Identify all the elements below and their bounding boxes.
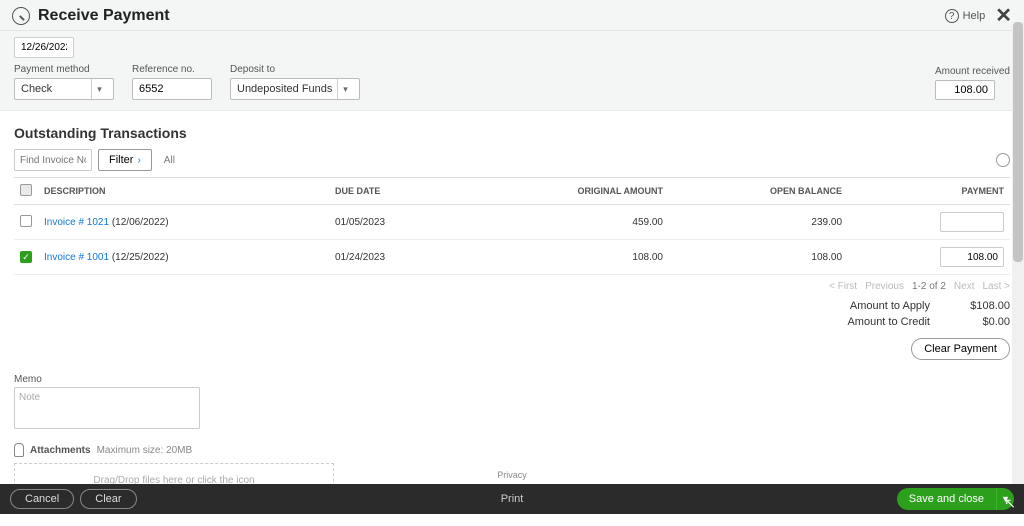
payment-input[interactable] [940,212,1004,232]
cursor-icon: ↖ [1004,495,1016,512]
history-icon[interactable] [12,7,30,25]
invoice-date: (12/25/2022) [109,252,169,263]
page-title: Receive Payment [38,7,170,25]
paperclip-icon[interactable] [14,443,24,457]
print-button[interactable]: Print [501,493,524,505]
privacy-link[interactable]: Privacy [0,470,1024,480]
deposit-value: Undeposited Funds [237,83,332,95]
cancel-button[interactable]: Cancel [10,489,74,509]
memo-textarea[interactable]: Note [14,387,200,429]
pager-prev[interactable]: Previous [865,281,904,292]
scrollbar[interactable] [1012,22,1024,484]
help-icon: ? [945,9,959,23]
invoice-date: (12/06/2022) [109,217,169,228]
row-checkbox[interactable]: ✓ [20,251,32,263]
col-open: OPEN BALANCE [669,178,848,205]
payment-method-label: Payment method [14,64,114,75]
pagination: < First Previous 1-2 of 2 Next Last > [14,275,1010,296]
col-due: DUE DATE [329,178,461,205]
help-button[interactable]: ? Help [945,9,986,23]
outstanding-title: Outstanding Transactions [14,125,1010,141]
deposit-label: Deposit to [230,64,360,75]
filter-label: Filter [109,154,133,166]
deposit-select[interactable]: Undeposited Funds ▾ [230,78,360,100]
due-date: 01/05/2023 [329,205,461,240]
col-original: ORIGINAL AMOUNT [461,178,669,205]
outstanding-table: DESCRIPTION DUE DATE ORIGINAL AMOUNT OPE… [14,177,1010,275]
chevron-down-icon: ▾ [337,79,353,99]
payment-method-value: Check [21,83,52,95]
invoice-link[interactable]: Invoice # 1001 [44,252,109,263]
original-amount: 459.00 [461,205,669,240]
amount-to-apply-label: Amount to Apply [820,300,930,312]
clear-payment-button[interactable]: Clear Payment [911,338,1010,360]
pager-range: 1-2 of 2 [912,281,946,292]
original-amount: 108.00 [461,240,669,275]
chevron-right-icon: › [137,155,140,166]
table-row: ✓ Invoice # 1001 (12/25/2022) 01/24/2023… [14,240,1010,275]
col-description: DESCRIPTION [38,178,329,205]
save-and-close-button[interactable]: Save and close [897,488,996,510]
date-input[interactable] [14,37,74,58]
scrollbar-thumb[interactable] [1013,22,1023,262]
col-payment: PAYMENT [848,178,1010,205]
reference-label: Reference no. [132,64,212,75]
open-balance: 108.00 [669,240,848,275]
pager-first[interactable]: < First [829,281,857,292]
amount-to-credit-value: $0.00 [960,316,1010,328]
attachments-hint: Maximum size: 20MB [97,445,193,456]
due-date: 01/24/2023 [329,240,461,275]
row-checkbox[interactable] [20,215,32,227]
amount-to-apply-value: $108.00 [960,300,1010,312]
help-label: Help [963,10,986,22]
pager-next[interactable]: Next [954,281,975,292]
close-icon[interactable]: ✕ [995,6,1012,26]
amount-received-label: Amount received [935,66,1010,77]
reference-input[interactable] [132,78,212,100]
gear-icon[interactable] [996,153,1010,167]
payment-input[interactable] [940,247,1004,267]
chevron-down-icon: ▾ [91,79,107,99]
memo-label: Memo [14,374,1010,385]
attachments-label: Attachments [30,445,91,456]
open-balance: 239.00 [669,205,848,240]
table-row: Invoice # 1021 (12/06/2022) 01/05/2023 4… [14,205,1010,240]
filter-all-label: All [164,155,175,166]
payment-method-select[interactable]: Check ▾ [14,78,114,100]
select-all-checkbox[interactable] [20,184,32,196]
filter-button[interactable]: Filter › [98,149,152,171]
amount-received-input[interactable] [935,80,995,100]
amount-to-credit-label: Amount to Credit [820,316,930,328]
clear-button[interactable]: Clear [80,489,136,509]
pager-last[interactable]: Last > [982,281,1010,292]
invoice-link[interactable]: Invoice # 1021 [44,217,109,228]
find-invoice-input[interactable] [14,149,92,171]
